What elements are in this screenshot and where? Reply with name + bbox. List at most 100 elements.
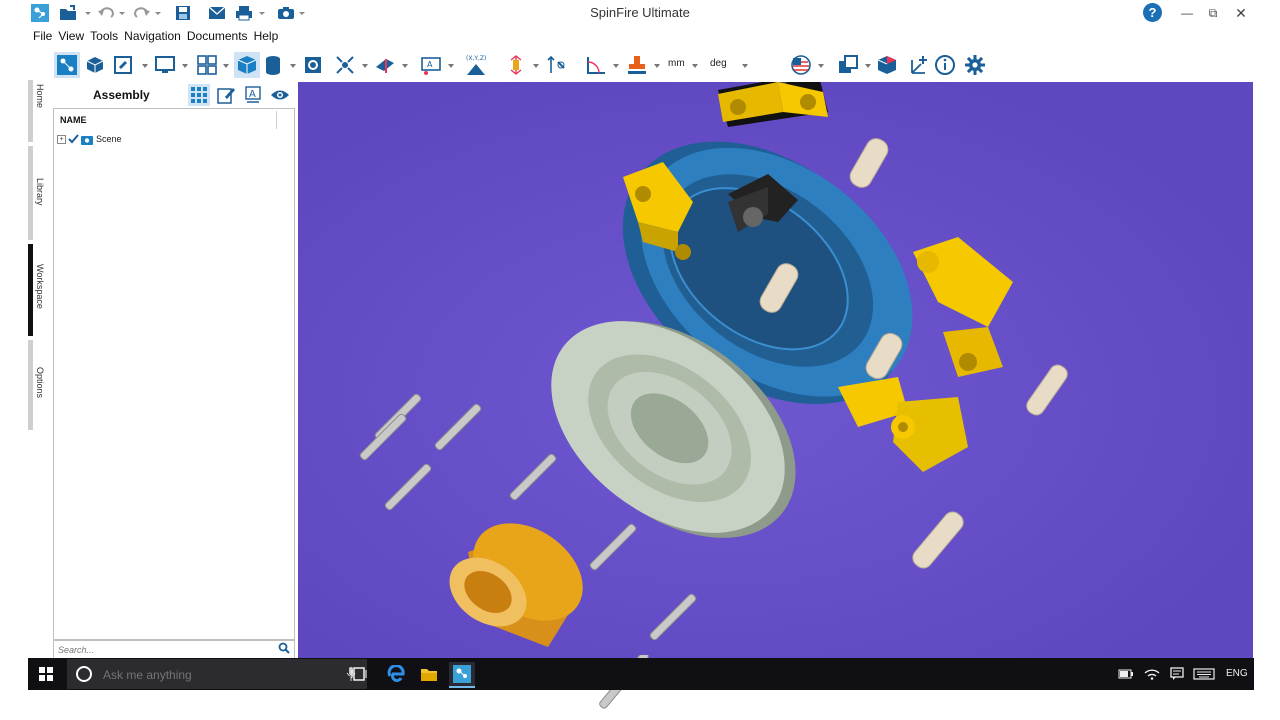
cortana-search-input[interactable]: [101, 667, 325, 683]
view-paint-icon[interactable]: [110, 52, 136, 78]
name-column-header[interactable]: NAME: [60, 115, 87, 125]
layout-dropdown-icon[interactable]: [223, 64, 229, 68]
redo-icon[interactable]: [132, 3, 152, 23]
add-annotation-icon[interactable]: [906, 52, 932, 78]
copy-window-icon[interactable]: [835, 52, 861, 78]
redo-dropdown-icon[interactable]: [154, 3, 162, 23]
settings-gear-icon[interactable]: [962, 52, 988, 78]
view-dropdown-icon[interactable]: [142, 64, 148, 68]
camera-dropdown-icon[interactable]: [298, 3, 306, 23]
menu-documents[interactable]: Documents: [187, 27, 254, 45]
part-cube-icon[interactable]: [82, 52, 108, 78]
measure-angle-icon[interactable]: [583, 52, 609, 78]
text-annotation-icon[interactable]: A: [242, 84, 264, 106]
start-button[interactable]: [28, 658, 64, 690]
expand-icon[interactable]: +: [57, 134, 66, 144]
display-screen-icon[interactable]: [152, 52, 178, 78]
assembly-panel-header: Assembly A: [53, 82, 295, 108]
grid-view-icon[interactable]: [188, 84, 210, 106]
measure-dropdown-icon[interactable]: [533, 64, 539, 68]
keyboard-icon[interactable]: [1191, 662, 1217, 686]
assembly-tree-button[interactable]: [54, 52, 80, 78]
cylinder-icon[interactable]: [260, 52, 286, 78]
tree-item-scene[interactable]: + Scene: [57, 132, 122, 146]
spinfire-taskbar-icon[interactable]: [449, 662, 475, 688]
length-unit-label[interactable]: mm: [668, 58, 685, 69]
window-dropdown-icon[interactable]: [865, 64, 871, 68]
side-tab-library[interactable]: Library: [35, 178, 45, 206]
side-tab-options-bar[interactable]: [28, 340, 33, 430]
section-dropdown-icon[interactable]: [402, 64, 408, 68]
stamp-icon[interactable]: [624, 52, 650, 78]
help-button[interactable]: ?: [1143, 3, 1162, 22]
open-folder-icon[interactable]: [58, 3, 78, 23]
coordinate-axis-icon[interactable]: (X,Y,Z): [462, 52, 490, 78]
check-icon[interactable]: [68, 134, 79, 144]
side-tab-library-bar[interactable]: [28, 146, 33, 240]
packaging-cube-icon[interactable]: [874, 52, 900, 78]
explode-dropdown-icon[interactable]: [362, 64, 368, 68]
visibility-eye-icon[interactable]: [269, 84, 291, 106]
file-explorer-icon[interactable]: [416, 662, 442, 686]
print-dropdown-icon[interactable]: [258, 3, 266, 23]
restore-button[interactable]: ⧉: [1198, 0, 1228, 26]
display-dropdown-icon[interactable]: [182, 64, 188, 68]
email-icon[interactable]: [206, 3, 228, 23]
notifications-icon[interactable]: [1164, 662, 1190, 686]
cortana-circle-icon: [76, 666, 92, 682]
side-tab-home-bar[interactable]: [28, 80, 33, 142]
search-icon[interactable]: [278, 642, 290, 654]
markup-icon[interactable]: A: [418, 52, 444, 78]
angle-unit-label[interactable]: deg: [710, 58, 727, 69]
axis-label: (X,Y,Z): [466, 55, 486, 62]
menu-tools[interactable]: Tools: [90, 27, 124, 45]
camera-icon[interactable]: [276, 3, 296, 23]
settings-gear-box-icon[interactable]: [300, 52, 326, 78]
undo-icon[interactable]: [96, 3, 116, 23]
stamp-dropdown-icon[interactable]: [654, 64, 660, 68]
side-tab-workspace-bar[interactable]: [28, 244, 33, 336]
markup-dropdown-icon[interactable]: [448, 64, 454, 68]
length-unit-dropdown-icon[interactable]: [692, 64, 698, 68]
flag-globe-icon[interactable]: [788, 52, 814, 78]
edit-notes-icon[interactable]: [215, 84, 237, 106]
svg-text:A: A: [427, 60, 433, 69]
print-icon[interactable]: [233, 3, 255, 23]
tree-search: [53, 640, 295, 659]
assembly-tree[interactable]: NAME + Scene: [53, 108, 295, 640]
battery-icon[interactable]: [1113, 662, 1139, 686]
side-tab-home[interactable]: Home: [35, 84, 45, 108]
open-dropdown-icon[interactable]: [84, 3, 92, 23]
3d-viewport[interactable]: [298, 82, 1253, 658]
viewport-layout-icon[interactable]: [194, 52, 220, 78]
menu-file[interactable]: File: [33, 27, 58, 45]
save-icon[interactable]: [173, 3, 193, 23]
angle-dropdown-icon[interactable]: [613, 64, 619, 68]
tree-item-label: Scene: [96, 134, 122, 144]
angle-unit-dropdown-icon[interactable]: [742, 64, 748, 68]
assembly-model[interactable]: [298, 82, 1253, 658]
column-divider[interactable]: [276, 111, 277, 129]
section-plane-icon[interactable]: [372, 52, 398, 78]
wifi-icon[interactable]: [1139, 662, 1165, 686]
shaded-cube-icon[interactable]: [234, 52, 260, 78]
undo-dropdown-icon[interactable]: [118, 3, 126, 23]
cortana-search[interactable]: [67, 659, 367, 689]
edge-browser-icon[interactable]: [383, 662, 409, 686]
close-button[interactable]: ✕: [1226, 0, 1256, 26]
explode-icon[interactable]: [332, 52, 358, 78]
window-title: SpinFire Ultimate: [590, 5, 690, 20]
side-tab-options[interactable]: Options: [35, 367, 45, 398]
info-icon[interactable]: [932, 52, 958, 78]
input-language[interactable]: ENG: [1226, 668, 1248, 679]
side-tab-workspace[interactable]: Workspace: [35, 264, 45, 309]
language-dropdown-icon[interactable]: [818, 64, 824, 68]
menu-view[interactable]: View: [58, 27, 90, 45]
measure-edges-icon[interactable]: [544, 52, 570, 78]
render-dropdown-icon[interactable]: [290, 64, 296, 68]
task-view-icon[interactable]: [346, 662, 372, 686]
measure-distance-icon[interactable]: [503, 52, 529, 78]
menu-help[interactable]: Help: [254, 27, 285, 45]
menu-navigation[interactable]: Navigation: [124, 27, 187, 45]
tree-search-input[interactable]: [56, 642, 270, 658]
